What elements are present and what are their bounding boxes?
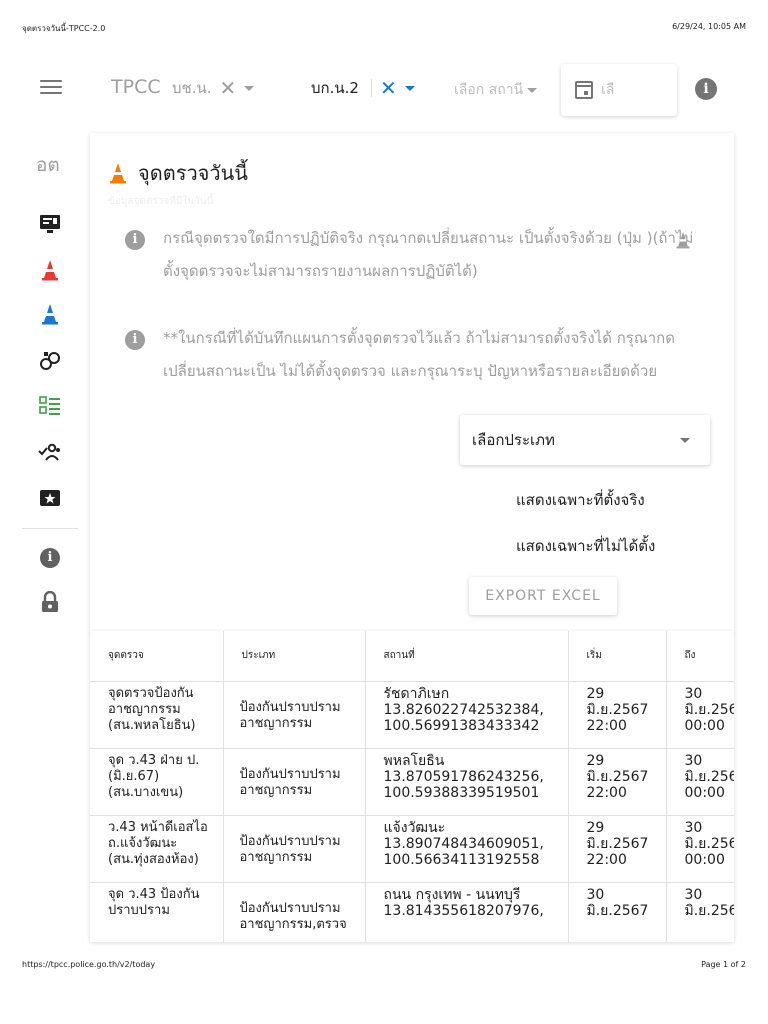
division-select[interactable]: บช.น. ✕ <box>172 76 255 100</box>
traffic-cone-red-icon[interactable] <box>36 258 64 282</box>
station-select[interactable]: เลือก สถานี <box>454 79 538 101</box>
export-excel-button[interactable]: EXPORT EXCEL <box>469 577 617 615</box>
cell-checkpoint: จุด ว.43 ฝ่าย ป.(มิ.ย.67) (สน.บางเขน) <box>90 748 224 816</box>
handcuffs-icon[interactable] <box>36 348 64 372</box>
filter-not-set-button[interactable]: แสดงเฉพาะที่ไม่ได้ตั้ง <box>516 534 655 558</box>
station-select-placeholder: เลือก สถานี <box>454 82 524 98</box>
cell-type: ป้องกันปราบปรามอาชญากรรม <box>223 748 366 816</box>
date-picker[interactable]: เลื <box>561 64 677 116</box>
cell-location: แจ้งวัฒนะ 13.890748434609051, 100.566341… <box>365 815 569 883</box>
top-toolbar: TPCC บช.น. ✕ บก.น.2 ✕ เลือก สถานี เลื i <box>0 62 768 116</box>
calendar-icon <box>575 81 593 99</box>
table-row[interactable]: จุด ว.43 ฝ่าย ป.(มิ.ย.67) (สน.บางเขน) ป้… <box>90 748 734 816</box>
date-picker-placeholder: เลื <box>601 82 615 98</box>
chevron-down-icon <box>680 437 690 443</box>
cell-location: พหลโยธิน 13.870591786243256, 100.5938833… <box>365 748 569 816</box>
info-icon: i <box>125 330 145 350</box>
traffic-cone-icon <box>110 163 126 184</box>
print-footer-page: Page 1 of 2 <box>701 960 746 969</box>
filter-set-button[interactable]: แสดงเฉพาะที่ตั้งจริง <box>516 488 645 512</box>
lock-icon[interactable] <box>36 590 64 614</box>
checklist-icon[interactable] <box>36 394 64 418</box>
cell-end: 30 มิ.ย.2567 00:00 <box>666 681 734 749</box>
cell-location: รัชดาภิเษก 13.826022742532384, 100.56991… <box>365 681 569 749</box>
column-header[interactable]: ประเภท <box>223 631 366 682</box>
cell-start: 29 มิ.ย.2567 22:00 <box>568 681 667 749</box>
print-footer: https://tpcc.police.go.th/v2/today Page … <box>22 960 746 969</box>
traffic-cone-icon <box>676 232 690 249</box>
info-icon: i <box>125 230 145 250</box>
people-check-icon[interactable] <box>36 440 64 464</box>
cell-type: ป้องกันปราบปรามอาชญากรรม <box>223 681 366 749</box>
sidebar-abbr: อต <box>36 154 60 176</box>
notice-set-status: i กรณีจุดตรวจใดมีการปฏิบัติจริง กรุณากดเ… <box>125 228 705 288</box>
menu-icon[interactable] <box>40 78 62 96</box>
cell-start: 30 มิ.ย.2567 <box>568 882 667 942</box>
info-icon[interactable]: i <box>36 546 64 570</box>
cell-type: ป้องกันปราบปรามอาชญากรรม,ตรวจ <box>223 882 366 942</box>
column-header[interactable]: สถานที่ <box>365 631 569 682</box>
table-row[interactable]: จุดตรวจป้องกันอาชญากรรม (สน.พหลโยธิน) ป้… <box>90 681 734 749</box>
column-header[interactable]: จุดตรวจ <box>90 631 224 682</box>
page-title: จุดตรวจวันนี้ <box>108 157 248 189</box>
checkpoint-table: จุดตรวจ ประเภท สถานที่ เริ่ม ถึง จุดตรวจ… <box>90 631 734 942</box>
sidebar: อต i <box>0 134 88 634</box>
notice-not-set: i **ในกรณีที่ได้บันทึกแผนการตั้งจุดตรวจไ… <box>125 328 705 388</box>
command-select[interactable]: บก.น.2 ✕ <box>311 76 415 100</box>
notice-set-status-text: กรณีจุดตรวจใดมีการปฏิบัติจริง กรุณากดเปล… <box>163 229 694 280</box>
type-select[interactable]: เลือกประเภท <box>460 415 710 465</box>
chevron-down-icon[interactable] <box>527 87 538 93</box>
today-checkpoint-card: จุดตรวจวันนี้ ข้อมูลจุดตรวจที่มีในวันนี้… <box>90 133 734 633</box>
monitor-icon[interactable] <box>36 212 64 236</box>
sidebar-divider <box>22 528 78 529</box>
cell-start: 29 มิ.ย.2567 22:00 <box>568 815 667 883</box>
division-select-value: บช.น. <box>172 79 212 97</box>
page-title-text: จุดตรวจวันนี้ <box>138 161 248 185</box>
cell-type: ป้องกันปราบปรามอาชญากรรม <box>223 815 366 883</box>
command-select-value: บก.น.2 <box>311 79 359 97</box>
close-icon[interactable]: ✕ <box>220 78 237 98</box>
column-header[interactable]: ถึง <box>666 631 734 682</box>
cell-end: 30 มิ.ย.2567 <box>666 882 734 942</box>
notice-not-set-text: **ในกรณีที่ได้บันทึกแผนการตั้งจุดตรวจไว้… <box>163 329 675 380</box>
chevron-down-icon[interactable] <box>244 85 255 91</box>
info-icon[interactable]: i <box>695 78 717 100</box>
table-row[interactable]: ว.43 หน้าดีเอสไอ ถ.แจ้งวัฒนะ (สน.ทุ่งสอง… <box>90 815 734 883</box>
cell-checkpoint: จุด ว.43 ป้องกันปราบปราม <box>90 882 224 942</box>
table-header-row: จุดตรวจ ประเภท สถานที่ เริ่ม ถึง <box>90 631 734 682</box>
cell-checkpoint: จุดตรวจป้องกันอาชญากรรม (สน.พหลโยธิน) <box>90 681 224 749</box>
chevron-down-icon[interactable] <box>404 85 415 91</box>
page-subtitle: ข้อมูลจุดตรวจที่มีในวันนี้ <box>108 196 214 207</box>
print-header-datetime: 6/29/24, 10:05 AM <box>672 22 746 31</box>
print-header: จุดตรวจวันนี้-TPCC-2.0 6/29/24, 10:05 AM <box>22 22 746 35</box>
app-title: TPCC <box>111 76 161 98</box>
print-header-title: จุดตรวจวันนี้-TPCC-2.0 <box>22 24 106 33</box>
print-footer-url: https://tpcc.police.go.th/v2/today <box>22 960 156 969</box>
cell-start: 29 มิ.ย.2567 22:00 <box>568 748 667 816</box>
column-header[interactable]: เริ่ม <box>568 631 667 682</box>
cell-location: ถนน กรุงเทพ - นนทบุรี 13.814355618207976… <box>365 882 569 942</box>
close-icon[interactable]: ✕ <box>380 78 397 98</box>
cell-end: 30 มิ.ย.2567 00:00 <box>666 748 734 816</box>
traffic-cone-blue-icon[interactable] <box>36 302 64 326</box>
cell-checkpoint: ว.43 หน้าดีเอสไอ ถ.แจ้งวัฒนะ (สน.ทุ่งสอง… <box>90 815 224 883</box>
type-select-label: เลือกประเภท <box>472 431 555 449</box>
table-row[interactable]: จุด ว.43 ป้องกันปราบปราม ป้องกันปราบปราม… <box>90 882 734 942</box>
cell-end: 30 มิ.ย.2567 00:00 <box>666 815 734 883</box>
ticket-star-icon[interactable] <box>36 486 64 510</box>
